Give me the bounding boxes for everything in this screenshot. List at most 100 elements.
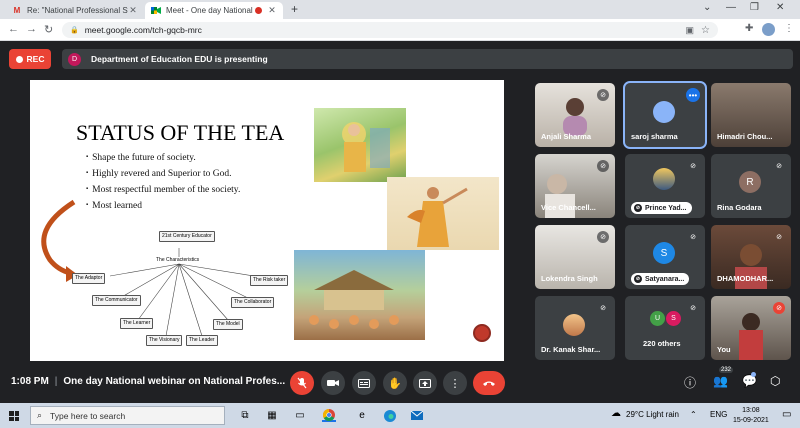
participant-tile[interactable]: ⊘ Dr. Kanak Shar...: [535, 296, 615, 360]
participant-avatar: R: [739, 171, 761, 193]
participant-tile[interactable]: S ⊘ ⊘ Satyanara...: [625, 225, 705, 289]
taskbar-clock[interactable]: 13:08 15-09-2021: [733, 406, 769, 426]
close-tab-icon[interactable]: ✕: [128, 5, 138, 16]
muted-mic-icon: ⊘: [690, 234, 696, 241]
participant-tile[interactable]: ••• saroj sharma: [623, 81, 707, 149]
present-icon: [419, 378, 431, 388]
edge-icon[interactable]: e: [355, 409, 369, 422]
participant-tile[interactable]: ⊘ DHAMODHAR...: [711, 225, 791, 289]
address-bar[interactable]: 🔒 meet.google.com/tch-gqcb-mrc ▣ ☆: [62, 22, 718, 38]
call-end-icon: [483, 381, 495, 386]
clock-date: 15-09-2021: [733, 417, 769, 424]
muted-mic-icon: ⊘: [597, 231, 609, 243]
search-placeholder: Type here to search: [50, 410, 126, 421]
mic-toggle-button[interactable]: [290, 371, 314, 395]
file-explorer-icon[interactable]: ▭: [293, 409, 307, 422]
browser-menu-icon[interactable]: ⋮: [784, 23, 794, 34]
diagram-node: The Adaptor: [72, 273, 106, 284]
muted-mic-icon: ⊘: [634, 275, 642, 283]
restore-icon[interactable]: ❐: [750, 2, 759, 13]
windows-start-icon[interactable]: [9, 411, 19, 421]
muted-mic-icon: ⊘: [776, 234, 782, 241]
diagram-node: The Model: [213, 319, 243, 330]
camera-icon[interactable]: ▣: [685, 25, 694, 36]
muted-mic-icon: ⊘: [690, 163, 696, 170]
meeting-info: 1:08 PM | One day National webinar on Nati…: [11, 376, 286, 387]
diagram-node: The Learner: [120, 318, 154, 329]
bookmark-star-icon[interactable]: ☆: [701, 25, 710, 36]
participant-tile-others[interactable]: U S ⊘ 220 others: [625, 296, 705, 360]
weather-text[interactable]: 29°C Light rain: [626, 410, 679, 419]
activities-icon[interactable]: ⬡: [770, 374, 780, 388]
gmail-icon: M: [13, 6, 21, 15]
participant-tile[interactable]: ⊘ Vice Chancell...: [535, 154, 615, 218]
raise-hand-button[interactable]: ✋: [383, 371, 407, 395]
diagram-node: The Communicator: [92, 295, 141, 306]
people-icon[interactable]: 👥: [713, 374, 728, 388]
more-options-icon[interactable]: •••: [686, 88, 700, 102]
edge-browser-icon[interactable]: [383, 409, 397, 422]
people-count-badge: 232: [719, 367, 734, 373]
presenting-banner: D Department of Education EDU is present…: [62, 49, 793, 69]
participant-tile[interactable]: Himadri Chou...: [711, 83, 791, 147]
lock-icon: 🔒: [70, 27, 79, 34]
browser-tab-meet[interactable]: Meet - One day National we ✕: [145, 2, 283, 19]
participant-tile[interactable]: ⊘ Anjali Sharma: [535, 83, 615, 147]
captions-button[interactable]: [352, 371, 376, 395]
participant-avatar: S: [666, 311, 681, 326]
new-tab-icon[interactable]: +: [291, 2, 298, 16]
participant-name: Lokendra Singh: [541, 274, 598, 283]
presenting-text: Department of Education EDU is presentin…: [91, 54, 268, 64]
participant-name: Anjali Sharma: [541, 132, 592, 141]
slide-record-marker: [473, 324, 491, 342]
diagram-hub-label: The Characteristics: [156, 257, 200, 263]
tab-title: Re: "National Professional Standa: [27, 6, 128, 15]
participant-avatar: U: [650, 311, 665, 326]
extensions-icon[interactable]: ✚: [745, 23, 753, 34]
leave-call-button[interactable]: [473, 371, 505, 395]
widgets-icon[interactable]: ▦: [265, 409, 279, 422]
close-tab-icon[interactable]: ✕: [267, 5, 277, 16]
meeting-details-icon[interactable]: ⓘ: [684, 374, 696, 391]
reload-icon[interactable]: ↻: [44, 23, 53, 36]
participant-avatar: S: [653, 242, 675, 264]
rec-label: REC: [26, 54, 45, 64]
participant-name: Vice Chancell...: [541, 203, 596, 212]
presenter-avatar: D: [68, 52, 81, 66]
tab-search-icon[interactable]: ⌄: [703, 2, 711, 13]
close-window-icon[interactable]: ✕: [776, 2, 784, 13]
participant-tile-self[interactable]: ⊘ You: [711, 296, 791, 360]
search-icon: ⌕: [37, 410, 43, 420]
task-view-icon[interactable]: ⧉: [238, 409, 252, 422]
language-indicator[interactable]: ENG: [710, 410, 727, 419]
show-hidden-icons[interactable]: ⌃: [690, 410, 697, 419]
taskbar-search-box[interactable]: ⌕ Type here to search: [30, 406, 225, 425]
participant-name: Himadri Chou...: [717, 132, 773, 141]
diagram-node: The Visionary: [146, 335, 183, 346]
muted-mic-icon: ⊘: [634, 204, 642, 212]
minimize-icon[interactable]: —: [726, 2, 736, 13]
back-icon[interactable]: ←: [8, 23, 19, 35]
present-now-button[interactable]: [413, 371, 437, 395]
browser-toolbar: ← → ↻ 🔒 meet.google.com/tch-gqcb-mrc ▣ ☆…: [0, 19, 800, 41]
recording-badge[interactable]: REC: [9, 49, 51, 69]
diagram-node: The Leader: [186, 335, 218, 346]
browser-tab-gmail[interactable]: M Re: "National Professional Standa ✕: [6, 2, 144, 19]
more-options-button[interactable]: ⋮: [443, 371, 467, 395]
weather-icon: ☁: [611, 408, 621, 419]
mic-off-icon: [297, 377, 307, 389]
participant-tile[interactable]: R ⊘ Rina Godara: [711, 154, 791, 218]
participant-tile[interactable]: ⊘ ⊘ Prince Yad...: [625, 154, 705, 218]
muted-mic-icon: ⊘: [690, 305, 696, 312]
windows-taskbar: ⌕ Type here to search ⧉ ▦ ▭ e ☁ 29°C Lig…: [0, 403, 800, 428]
forward-icon[interactable]: →: [26, 23, 37, 35]
participant-name: Rina Godara: [717, 203, 762, 212]
notification-icon[interactable]: ▭: [782, 409, 791, 420]
chrome-taskbar-icon[interactable]: [322, 408, 336, 422]
camera-toggle-button[interactable]: [321, 371, 345, 395]
participant-tile[interactable]: ⊘ Lokendra Singh: [535, 225, 615, 289]
diagram-node: The Risk taker: [250, 275, 289, 286]
profile-avatar[interactable]: [762, 23, 775, 36]
mail-icon[interactable]: [410, 409, 424, 422]
recording-icon: [255, 7, 262, 14]
